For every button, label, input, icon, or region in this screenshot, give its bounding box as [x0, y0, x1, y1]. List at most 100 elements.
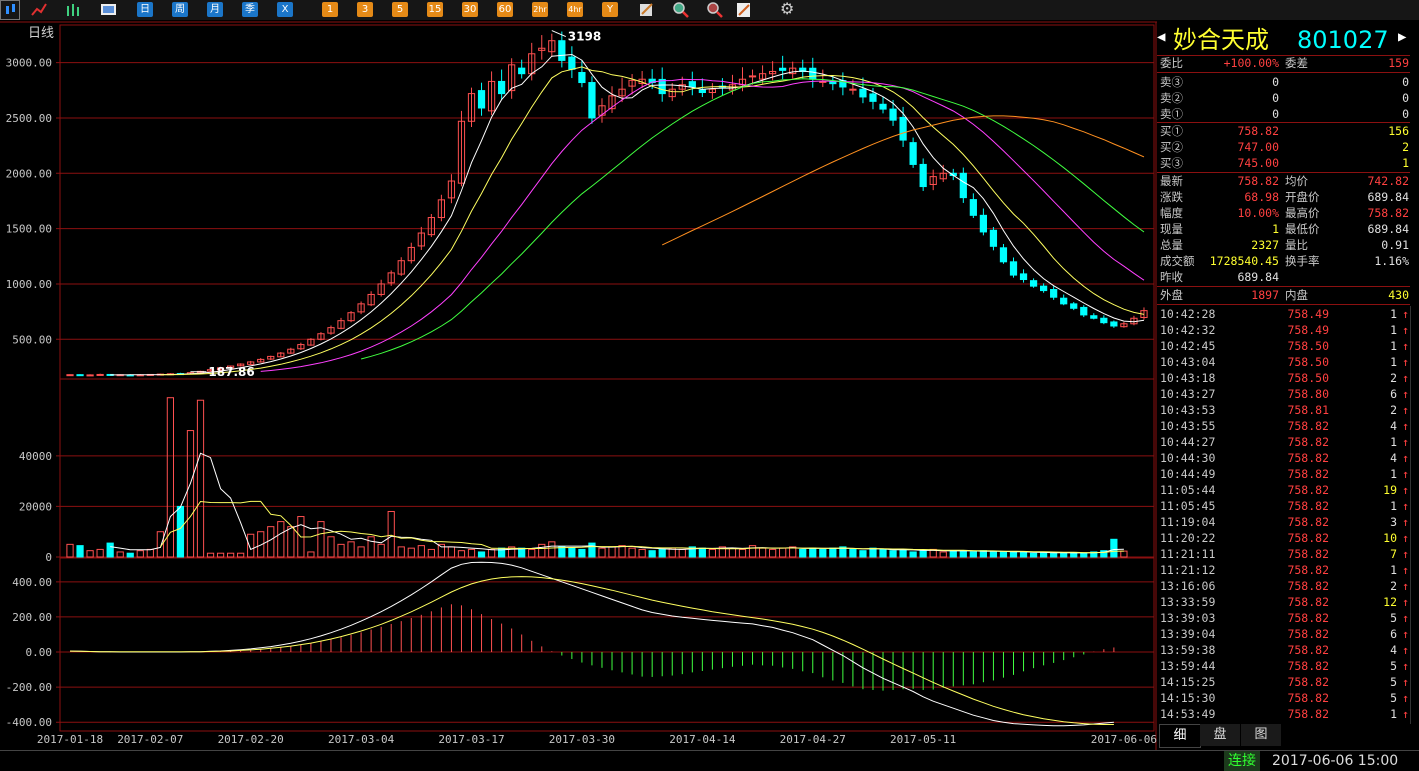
volume-bar [76, 545, 84, 558]
volume-ytick-label: 20000 [19, 500, 52, 513]
volume-bar [859, 550, 867, 558]
volume-bar [447, 546, 456, 558]
xtick-label: 2017-04-27 [780, 733, 846, 746]
ask-volume: 0 [1402, 75, 1409, 89]
ask-price: 0 [1272, 107, 1279, 121]
volume-bar [247, 533, 255, 558]
tick-volume: 1 [1390, 707, 1397, 721]
left-arrow-icon[interactable]: ◀ [1157, 29, 1165, 45]
tick-row: 13:39:04 758.82 6 ↑ [1157, 626, 1409, 642]
xtick-label: 2017-06-06 [1091, 733, 1157, 746]
volume-bar [578, 548, 586, 558]
tick-volume: 5 [1390, 659, 1397, 673]
tick-row: 10:43:04 758.50 1 ↑ [1157, 354, 1409, 370]
scrollbar[interactable] [1410, 306, 1419, 724]
tick-row: 10:42:32 758.49 1 ↑ [1157, 322, 1409, 338]
tick-time: 11:20:22 [1160, 531, 1216, 545]
kline-chart[interactable]: 3000.00 2500.00 2000.00 1500.00 1000.00 500.0… [0, 0, 1157, 750]
tick-time: 10:43:04 [1160, 355, 1216, 369]
tick-volume: 7 [1390, 547, 1397, 561]
xtick-label: 2017-05-11 [890, 733, 956, 746]
volume-bar [1009, 551, 1018, 558]
volume-bar [698, 547, 706, 558]
tab-chart[interactable]: 图 [1241, 724, 1281, 746]
tick-arrow: ↑ [1402, 563, 1409, 577]
stat-value: 1 [1272, 222, 1279, 236]
tick-arrow: ↑ [1402, 707, 1409, 721]
volume-bar [949, 550, 957, 558]
tick-time: 13:33:59 [1160, 595, 1216, 609]
volume-bar [1080, 552, 1088, 558]
tick-row: 11:21:12 758.82 1 ↑ [1157, 562, 1409, 578]
candle-body [879, 103, 887, 110]
candle-body [1090, 315, 1098, 319]
volume-bar [487, 548, 496, 558]
xtick-label: 2017-04-14 [669, 733, 736, 746]
tick-volume: 1 [1390, 323, 1397, 337]
tick-arrow: ↑ [1402, 387, 1409, 401]
volume-bar [518, 547, 526, 558]
price-ytick-label: 1500.00 [6, 223, 52, 236]
candle-body [1110, 321, 1118, 327]
stock-code: 801027 [1297, 26, 1389, 54]
price-panel: 3198 187.86 [66, 30, 1148, 379]
tick-row: 10:44:27 758.82 1 ↑ [1157, 434, 1409, 450]
tick-volume: 4 [1390, 643, 1397, 657]
tick-arrow: ↑ [1402, 307, 1409, 321]
right-arrow-icon[interactable]: ▶ [1398, 29, 1406, 45]
tick-time: 10:43:55 [1160, 419, 1216, 433]
stat-row: 涨跌 68.98 开盘价 689.84 [1157, 189, 1409, 205]
tick-price: 758.82 [1287, 627, 1329, 641]
stat-label: 开盘价 [1285, 190, 1320, 204]
volume-bar [106, 542, 114, 558]
connection-status[interactable]: 连接 [1224, 751, 1260, 771]
tick-row: 14:15:25 758.82 5 ↑ [1157, 674, 1409, 690]
candle-body [1009, 261, 1018, 276]
tab-orderbook[interactable]: 盘 [1200, 724, 1240, 746]
bid-label: 买① [1160, 124, 1183, 138]
candle-body [96, 373, 104, 376]
stat-label: 最低价 [1285, 222, 1320, 236]
tick-volume: 1 [1390, 307, 1397, 321]
volume-panel [66, 397, 1128, 558]
tick-volume: 19 [1383, 483, 1397, 497]
tick-volume: 2 [1390, 403, 1397, 417]
candle-body [989, 229, 998, 247]
xtick-label: 2017-02-20 [218, 733, 284, 746]
tick-time: 10:43:18 [1160, 371, 1216, 385]
candle-body [899, 116, 907, 141]
bid-label: 买② [1160, 140, 1183, 154]
tick-time: 10:44:49 [1160, 467, 1216, 481]
xtick-label: 2017-02-07 [117, 733, 183, 746]
candle-body [909, 142, 917, 165]
volume-ytick-label: 0 [45, 551, 52, 564]
tick-time: 13:39:04 [1160, 627, 1216, 641]
tick-row: 10:43:55 758.82 4 ↑ [1157, 418, 1409, 434]
volume-bar [1120, 550, 1128, 558]
bid-row: 买② 747.00 2 [1157, 139, 1409, 155]
volume-bar [237, 552, 245, 558]
stat-row: 成交额 1728540.45 换手率 1.16% [1157, 253, 1409, 269]
tick-time: 14:15:25 [1160, 675, 1216, 689]
bid-row: 买① 758.82 156 [1157, 123, 1409, 139]
candle-body [919, 163, 927, 188]
macd-ytick-label: -200.00 [6, 681, 52, 694]
candle-body [1100, 317, 1108, 324]
tick-price: 758.50 [1287, 371, 1329, 385]
volume-bar [277, 521, 285, 558]
datetime: 2017-06-06 15:00 [1272, 753, 1399, 769]
tick-price: 758.82 [1287, 531, 1329, 545]
candle-body [779, 67, 787, 71]
stat-value: 1.16% [1374, 254, 1409, 268]
candle-body [558, 40, 566, 61]
ask-volume: 0 [1402, 91, 1409, 105]
bid-label: 买③ [1160, 156, 1183, 170]
tick-row: 10:44:49 758.82 1 ↑ [1157, 466, 1409, 482]
tick-volume: 1 [1390, 467, 1397, 481]
candle-body [658, 78, 666, 95]
tab-detail[interactable]: 细 [1159, 724, 1201, 748]
candle-body [588, 82, 596, 119]
tick-arrow: ↑ [1402, 515, 1409, 529]
candle-body [1039, 285, 1048, 292]
tick-arrow: ↑ [1402, 467, 1409, 481]
